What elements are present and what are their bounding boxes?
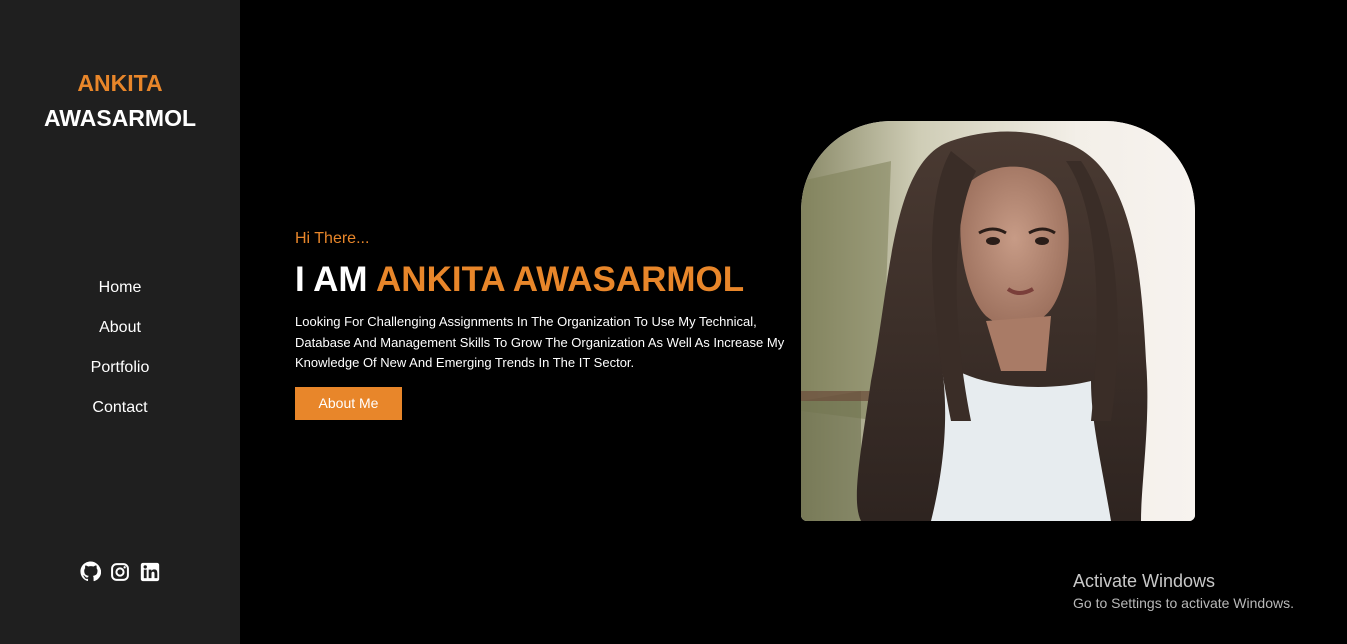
hero-headline: I AM ANKITA AWASARMOL [295,260,795,300]
linkedin-icon[interactable] [140,561,161,582]
profile-photo-illustration [801,121,1195,521]
nav-item-about: About [0,316,240,356]
sidebar: ANKITA AWASARMOL Home About Portfolio Co… [0,0,240,644]
brand-last-name: AWASARMOL [43,105,197,131]
social-links [0,561,240,582]
nav-link-portfolio[interactable]: Portfolio [91,359,150,376]
greeting-text: Hi There... [295,230,370,247]
about-me-button[interactable]: About Me [295,386,402,420]
activation-title: Activate Windows [1073,571,1216,591]
headline-name: ANKITA AWASARMOL [376,260,745,299]
brand-first-name: ANKITA [77,70,163,96]
instagram-icon[interactable] [110,561,131,582]
nav-item-home: Home [0,276,240,316]
profile-photo [801,121,1195,521]
nav-link-contact[interactable]: Contact [92,399,147,416]
hero-section: Hi There... I AM ANKITA AWASARMOL Lookin… [295,229,795,420]
headline-prefix: I AM [295,260,377,299]
brand-logo[interactable]: ANKITA AWASARMOL [0,66,240,136]
nav-item-portfolio: Portfolio [0,356,240,396]
nav-menu: Home About Portfolio Contact [0,276,240,436]
github-icon[interactable] [79,561,101,582]
nav-item-contact: Contact [0,396,240,436]
activation-subtitle: Go to Settings to activate Windows. [1073,595,1294,611]
nav-link-about[interactable]: About [99,319,141,336]
windows-activation-notice: Activate Windows Go to Settings to activ… [1073,570,1294,614]
hero-description: Looking For Challenging Assignments In T… [295,314,785,370]
nav-link-home[interactable]: Home [99,279,142,296]
